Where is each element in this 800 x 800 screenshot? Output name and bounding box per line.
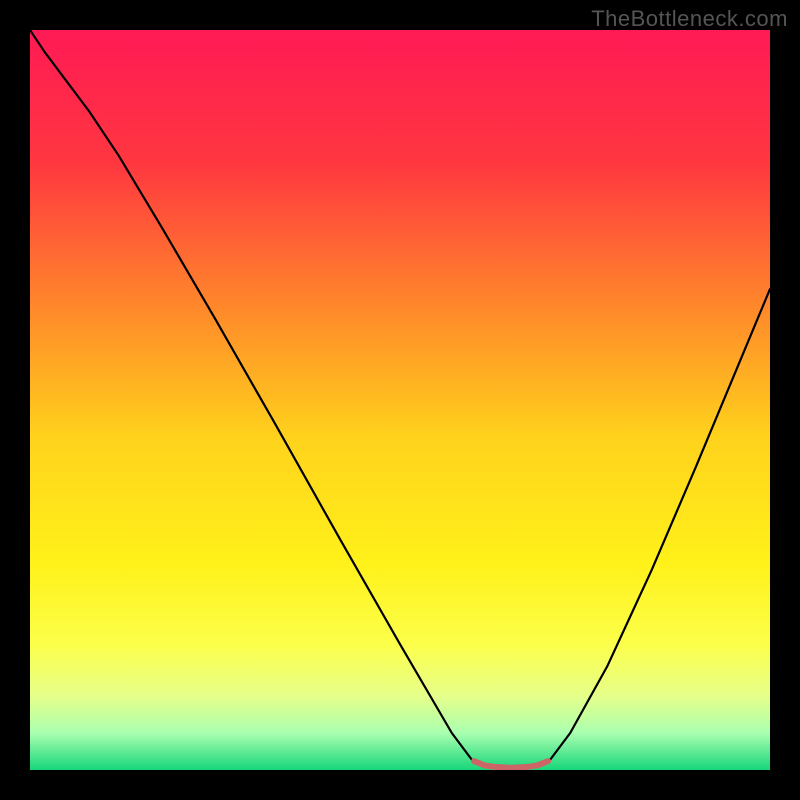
plot-background (30, 30, 770, 770)
chart-svg (0, 0, 800, 800)
chart-frame: TheBottleneck.com (0, 0, 800, 800)
watermark-text: TheBottleneck.com (591, 6, 788, 32)
